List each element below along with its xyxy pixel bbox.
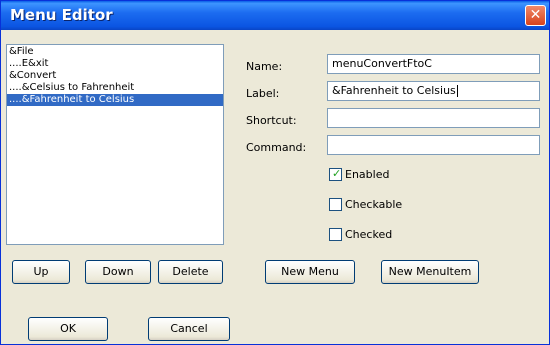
list-item[interactable]: &Convert xyxy=(7,70,223,82)
delete-button[interactable]: Delete xyxy=(158,260,223,284)
menu-editor-window: Menu Editor ✕ &File ....E&xit &Convert .… xyxy=(0,0,550,345)
checkmark-icon: ✓ xyxy=(332,167,342,180)
shortcut-field[interactable] xyxy=(327,108,540,128)
enabled-label[interactable]: Enabled xyxy=(345,168,389,181)
down-button[interactable]: Down xyxy=(85,260,151,284)
command-field[interactable] xyxy=(327,135,540,155)
list-item-selected[interactable]: ....&Fahrenheit to Celsius xyxy=(7,94,223,106)
new-menu-button[interactable]: New Menu xyxy=(265,260,355,284)
title-bar[interactable]: Menu Editor ✕ xyxy=(1,1,549,30)
cancel-button[interactable]: Cancel xyxy=(148,317,230,341)
new-menuitem-button[interactable]: New MenuItem xyxy=(381,260,479,284)
name-label: Name: xyxy=(246,60,283,73)
ok-button[interactable]: OK xyxy=(28,317,108,341)
name-field[interactable]: menuConvertFtoC xyxy=(327,54,540,74)
up-button[interactable]: Up xyxy=(12,260,70,284)
enabled-checkbox[interactable]: ✓ xyxy=(329,167,342,181)
list-item[interactable]: ....&Celsius to Fahrenheit xyxy=(7,82,223,94)
checked-label[interactable]: Checked xyxy=(345,228,392,241)
text-caret xyxy=(456,85,458,97)
label-label: Label: xyxy=(246,87,280,100)
checked-checkbox[interactable] xyxy=(329,228,342,241)
name-field-value: menuConvertFtoC xyxy=(332,57,432,70)
command-label: Command: xyxy=(246,141,307,154)
checkable-label[interactable]: Checkable xyxy=(345,198,402,211)
menu-items-list[interactable]: &File ....E&xit &Convert ....&Celsius to… xyxy=(6,44,224,245)
shortcut-label: Shortcut: xyxy=(246,114,297,127)
label-field[interactable]: &Fahrenheit to Celsius xyxy=(327,81,540,101)
close-icon: ✕ xyxy=(529,7,542,23)
list-item[interactable]: &File xyxy=(7,46,223,58)
window-title: Menu Editor xyxy=(10,6,113,24)
close-button[interactable]: ✕ xyxy=(525,5,546,26)
list-item[interactable]: ....E&xit xyxy=(7,58,223,70)
label-field-value: &Fahrenheit to Celsius xyxy=(332,84,456,97)
checkable-checkbox[interactable] xyxy=(329,198,342,211)
